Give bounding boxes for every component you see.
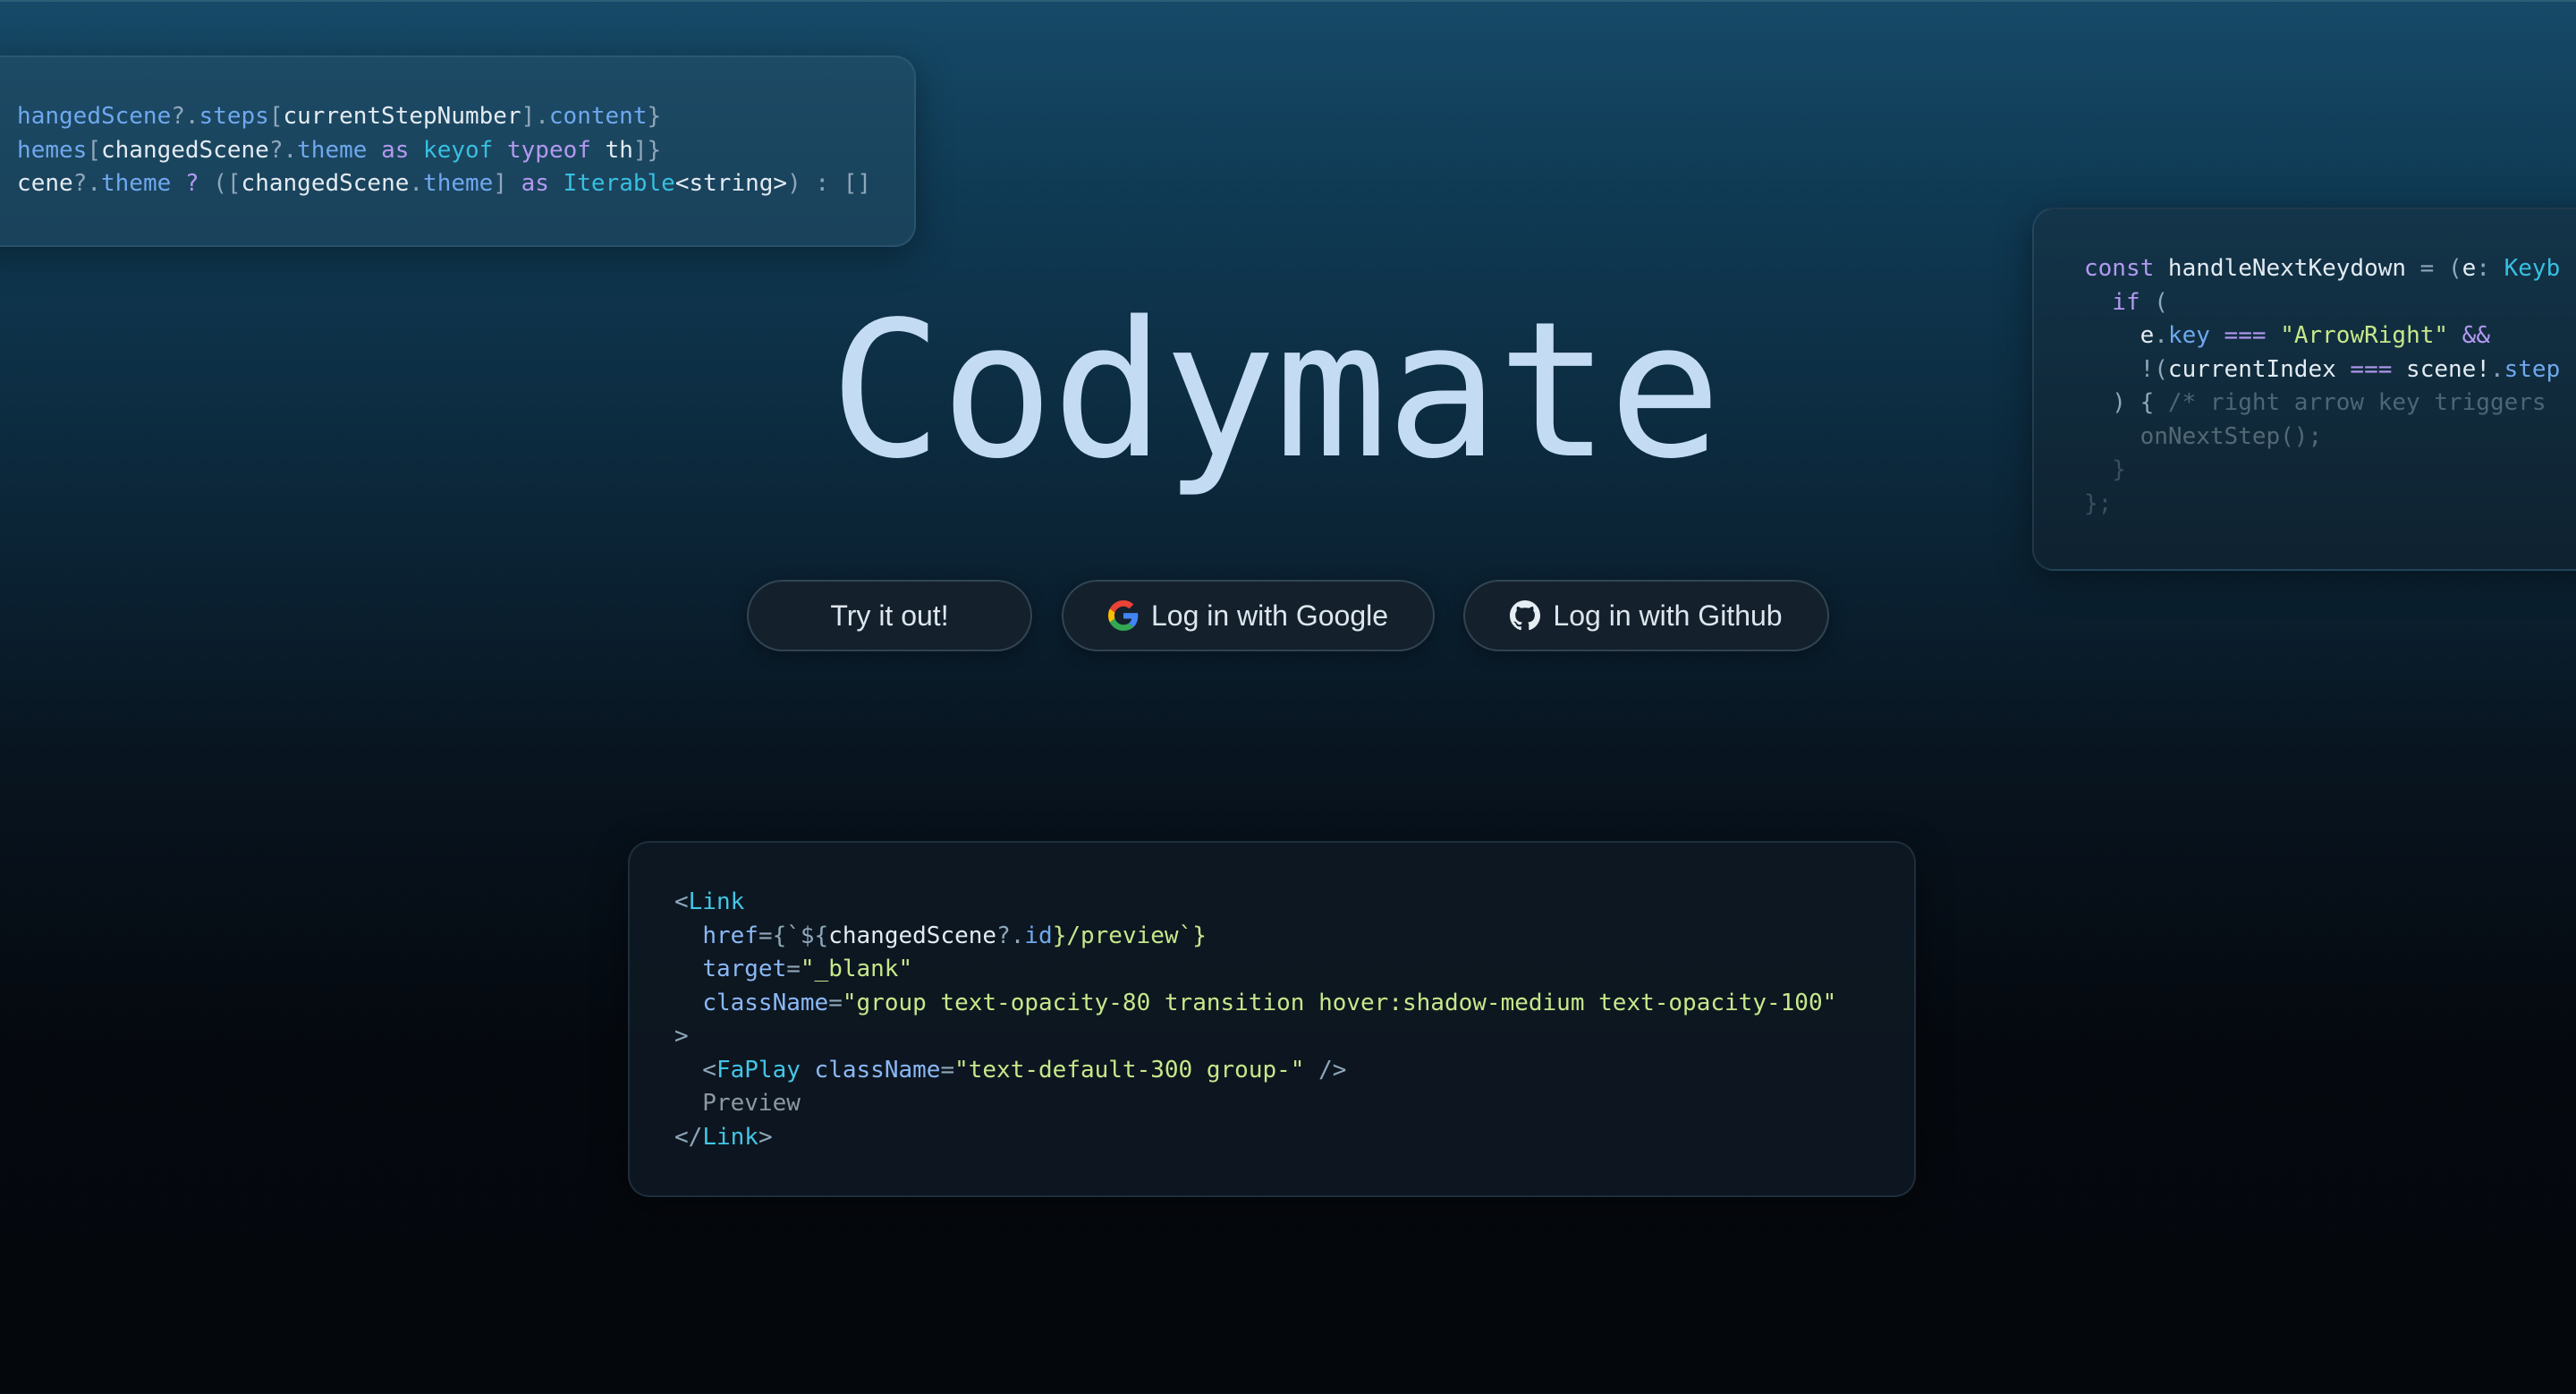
code-line: hemes[changedScene?.theme as keyof typeo… [17, 136, 662, 164]
code-line: target="_blank" [702, 956, 913, 982]
code-line: Preview [674, 1090, 801, 1117]
code-line: href={`${changedScene?.id}/preview`} [702, 922, 1207, 949]
code-line: > [674, 1023, 689, 1050]
code-line: <Link [674, 888, 745, 915]
google-icon [1107, 600, 1139, 631]
github-icon [1510, 600, 1541, 631]
code-line: className="group text-opacity-80 transit… [702, 989, 1837, 1016]
code-line: <FaPlay className="text-default-300 grou… [674, 1056, 1347, 1084]
code-line: cene?.theme ? ([changedScene.theme] as I… [17, 170, 871, 197]
code-snippet-card-middle: <Link href={`${changedScene?.id}/preview… [628, 841, 1916, 1197]
google-login-button[interactable]: Log in with Google [1062, 580, 1435, 651]
github-login-button[interactable]: Log in with Github [1463, 580, 1829, 651]
app-title: Codymate [829, 281, 1721, 500]
code-line: </Link> [674, 1123, 773, 1151]
top-border-line [0, 0, 2576, 2]
code-line: const handleNextKeydown = (e: Keyb [2084, 255, 2561, 282]
code-snippet-content: hangedScene?.steps[currentStepNumber].co… [17, 100, 871, 201]
code-snippet-card-top-left: hangedScene?.steps[currentStepNumber].co… [0, 55, 916, 247]
code-line: hangedScene?.steps[currentStepNumber].co… [17, 103, 662, 130]
code-snippet-content: <Link href={`${changedScene?.id}/preview… [674, 886, 1836, 1154]
try-it-out-label: Try it out! [830, 599, 949, 632]
google-login-label: Log in with Google [1150, 599, 1389, 632]
try-it-out-button[interactable]: Try it out! [747, 580, 1032, 651]
github-login-label: Log in with Github [1553, 599, 1783, 632]
